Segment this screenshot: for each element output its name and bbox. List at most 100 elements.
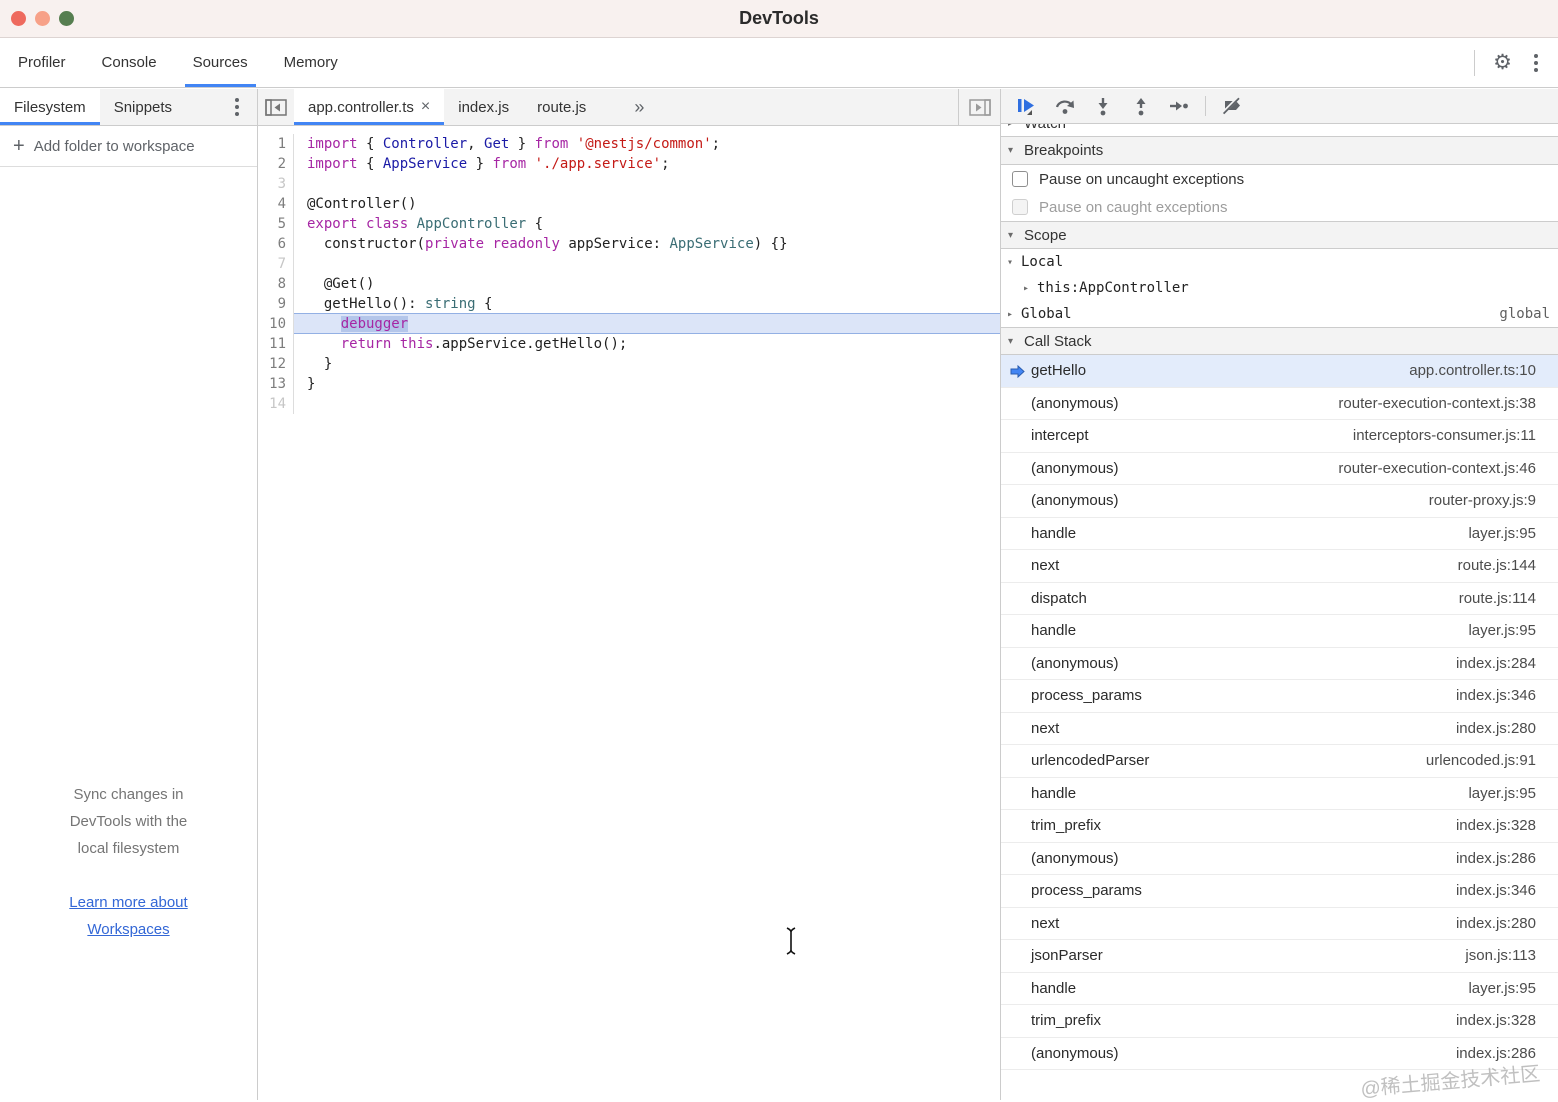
call-stack-frame[interactable]: (anonymous)router-execution-context.js:3… [1001, 388, 1558, 421]
toggle-navigator-pane-icon[interactable] [258, 89, 294, 125]
close-tab-icon[interactable]: × [421, 99, 430, 115]
call-stack-frame[interactable]: (anonymous)router-proxy.js:9 [1001, 485, 1558, 518]
collapse-arrow-icon: ▾ [1008, 145, 1018, 156]
code-line-text [294, 174, 1000, 194]
call-stack-list: getHelloapp.controller.ts:10(anonymous)r… [1001, 355, 1558, 1070]
tabbar-actions: ⚙ [1474, 38, 1558, 87]
line-number[interactable]: 14 [258, 394, 294, 414]
code-line: 8 @Get() [258, 274, 1000, 294]
call-stack-frame[interactable]: nextindex.js:280 [1001, 713, 1558, 746]
call-stack-frame[interactable]: interceptinterceptors-consumer.js:11 [1001, 420, 1558, 453]
line-number[interactable]: 13 [258, 374, 294, 394]
call-stack-label: Call Stack [1024, 333, 1092, 350]
text-cursor [784, 926, 798, 962]
call-stack-frame[interactable]: handlelayer.js:95 [1001, 518, 1558, 551]
line-number[interactable]: 9 [258, 294, 294, 314]
step-into-icon[interactable] [1087, 92, 1119, 120]
code-line: 11 return this.appService.getHello(); [258, 334, 1000, 354]
code-line-text: return this.appService.getHello(); [294, 334, 1000, 354]
add-folder-button[interactable]: + Add folder to workspace [0, 126, 257, 167]
toggle-debugger-pane-icon[interactable] [958, 89, 1000, 125]
call-stack-frame[interactable]: trim_prefixindex.js:328 [1001, 810, 1558, 843]
frame-location: index.js:328 [1456, 817, 1536, 834]
more-tabs-icon[interactable]: » [622, 89, 656, 125]
code-line: 2import { AppService } from './app.servi… [258, 154, 1000, 174]
step-out-icon[interactable] [1125, 92, 1157, 120]
section-call-stack[interactable]: ▾ Call Stack [1001, 327, 1558, 355]
call-stack-frame[interactable]: (anonymous)index.js:286 [1001, 1038, 1558, 1071]
line-number[interactable]: 10 [258, 314, 294, 334]
call-stack-frame[interactable]: (anonymous)index.js:286 [1001, 843, 1558, 876]
code-editor[interactable]: 1import { Controller, Get } from '@nestj… [258, 126, 1000, 1100]
call-stack-frame[interactable]: handlelayer.js:95 [1001, 778, 1558, 811]
breakpoint-option[interactable]: Pause on uncaught exceptions [1001, 165, 1558, 193]
call-stack-frame[interactable]: (anonymous)router-execution-context.js:4… [1001, 453, 1558, 486]
call-stack-frame[interactable]: handlelayer.js:95 [1001, 973, 1558, 1006]
frame-location: index.js:280 [1456, 915, 1536, 932]
step-icon[interactable] [1163, 92, 1195, 120]
debugger-sections: ▸ Watch ▾ Breakpoints Pause on uncaught … [1001, 124, 1558, 1100]
line-number[interactable]: 4 [258, 194, 294, 214]
checkbox-icon[interactable] [1012, 171, 1028, 187]
frame-function: next [1031, 915, 1059, 932]
frame-location: layer.js:95 [1468, 785, 1536, 802]
line-number[interactable]: 3 [258, 174, 294, 194]
frame-function: handle [1031, 980, 1076, 997]
line-number[interactable]: 12 [258, 354, 294, 374]
editor-tab-index-js[interactable]: index.js [444, 89, 523, 125]
call-stack-frame[interactable]: nextroute.js:144 [1001, 550, 1558, 583]
code-token: AppController [417, 216, 527, 232]
call-stack-frame[interactable]: getHelloapp.controller.ts:10 [1001, 355, 1558, 388]
breakpoint-option[interactable]: Pause on caught exceptions [1001, 193, 1558, 221]
line-number[interactable]: 1 [258, 134, 294, 154]
call-stack-frame[interactable]: process_paramsindex.js:346 [1001, 875, 1558, 908]
navigator-tab-snippets[interactable]: Snippets [100, 89, 186, 125]
tab-memory[interactable]: Memory [266, 38, 356, 87]
frame-function: process_params [1031, 687, 1142, 704]
line-number[interactable]: 7 [258, 254, 294, 274]
step-over-icon[interactable] [1049, 92, 1081, 120]
scope-global-row[interactable]: ▸ Global global [1001, 301, 1558, 327]
scope-this-row[interactable]: ▸ this: AppController [1001, 275, 1558, 301]
learn-more-workspaces-link[interactable]: Learn more aboutWorkspaces [0, 889, 257, 943]
devtools-tabs: ProfilerConsoleSourcesMemory [0, 38, 356, 87]
call-stack-frame[interactable]: handlelayer.js:95 [1001, 615, 1558, 648]
call-stack-frame[interactable]: dispatchroute.js:114 [1001, 583, 1558, 616]
line-number[interactable]: 5 [258, 214, 294, 234]
more-options-icon[interactable] [1530, 50, 1542, 76]
tab-console[interactable]: Console [84, 38, 175, 87]
line-number[interactable]: 11 [258, 334, 294, 354]
call-stack-frame[interactable]: next index.js:280 [1001, 908, 1558, 941]
deactivate-breakpoints-icon[interactable] [1216, 92, 1248, 120]
section-breakpoints[interactable]: ▾ Breakpoints [1001, 137, 1558, 165]
line-number[interactable]: 8 [258, 274, 294, 294]
plus-icon: + [13, 136, 25, 156]
call-stack-frame[interactable]: jsonParserjson.js:113 [1001, 940, 1558, 973]
code-token: Controller [383, 136, 467, 152]
frame-location: urlencoded.js:91 [1426, 752, 1536, 769]
code-line: 1import { Controller, Get } from '@nestj… [258, 134, 1000, 154]
editor-tab-app-controller-ts[interactable]: app.controller.ts× [294, 89, 444, 125]
scope-local-row[interactable]: ▾ Local [1001, 249, 1558, 275]
call-stack-frame[interactable]: trim_prefixindex.js:328 [1001, 1005, 1558, 1038]
call-stack-frame[interactable]: urlencodedParserurlencoded.js:91 [1001, 745, 1558, 778]
line-number[interactable]: 6 [258, 234, 294, 254]
settings-gear-icon[interactable]: ⚙ [1493, 52, 1512, 73]
navigator-more-icon[interactable] [231, 89, 257, 125]
call-stack-frame[interactable]: (anonymous)index.js:284 [1001, 648, 1558, 681]
frame-location: index.js:346 [1456, 882, 1536, 899]
editor-tab-route-js[interactable]: route.js [523, 89, 600, 125]
link-text-line: Learn more about [0, 889, 257, 916]
tab-profiler[interactable]: Profiler [0, 38, 84, 87]
call-stack-frame[interactable]: process_paramsindex.js:346 [1001, 680, 1558, 713]
line-number[interactable]: 2 [258, 154, 294, 174]
navigator-tab-filesystem[interactable]: Filesystem [0, 89, 100, 125]
frame-location: layer.js:95 [1468, 622, 1536, 639]
resume-script-icon[interactable] [1011, 92, 1043, 120]
code-line: 9 getHello(): string { [258, 294, 1000, 314]
frame-location: route.js:144 [1458, 557, 1536, 574]
section-watch[interactable]: ▸ Watch [1001, 124, 1558, 137]
code-token: Get [484, 136, 509, 152]
tab-sources[interactable]: Sources [175, 38, 266, 87]
section-scope[interactable]: ▾ Scope [1001, 221, 1558, 249]
